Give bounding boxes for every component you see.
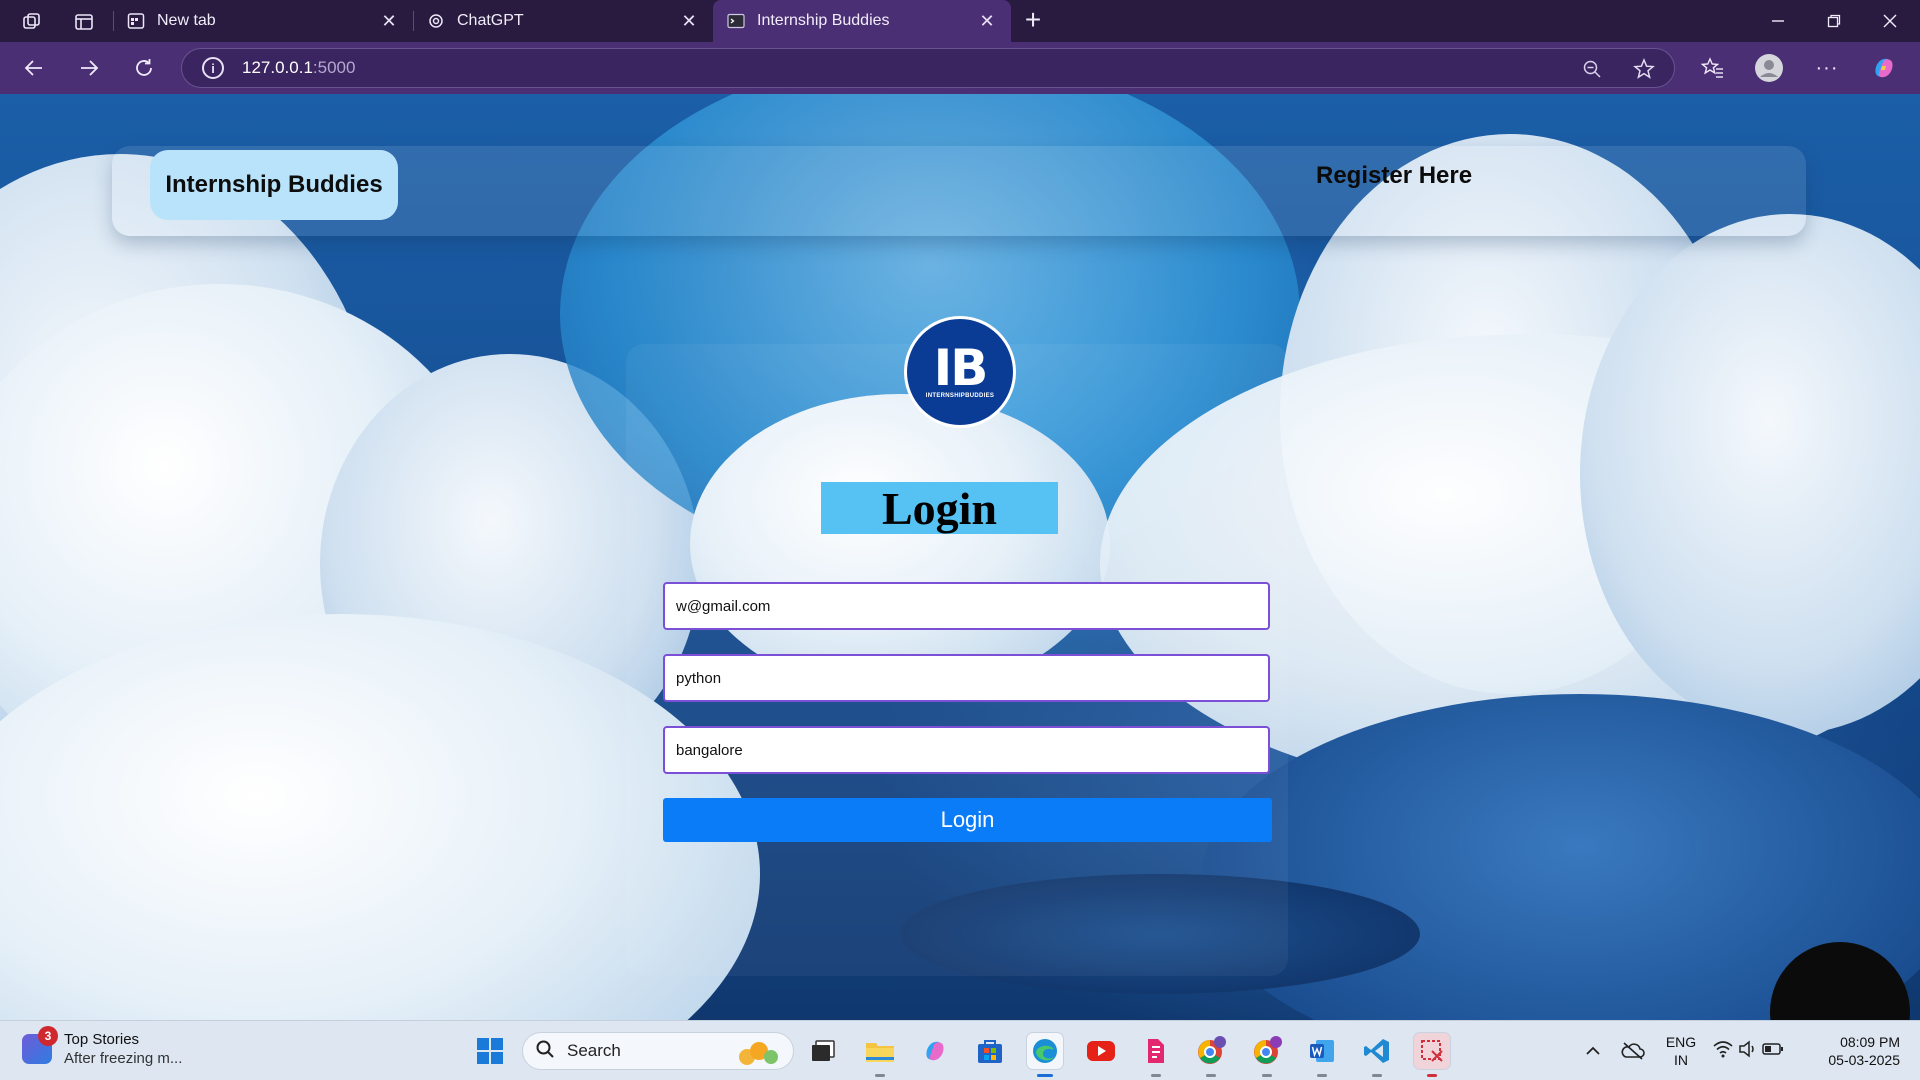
file-explorer-icon[interactable] <box>862 1033 898 1077</box>
running-indicator <box>1206 1074 1216 1077</box>
more-options-icon[interactable]: ··· <box>1811 52 1843 84</box>
brand-logo-text[interactable]: Internship Buddies <box>150 150 398 220</box>
clock[interactable]: 08:09 PM 05-03-2025 <box>1810 1033 1900 1069</box>
browser-toolbar: i 127.0.0.1:5000 ··· <box>0 42 1920 94</box>
windows-taskbar: 3 Top Stories After freezing m... Search <box>0 1020 1920 1080</box>
app-icon[interactable] <box>1138 1033 1174 1077</box>
close-icon[interactable]: ✕ <box>379 11 399 32</box>
logo-subtext: INTERNSHIPBUDDIES <box>925 393 995 399</box>
onedrive-offline-icon[interactable] <box>1615 1033 1651 1069</box>
running-indicator <box>1427 1074 1437 1077</box>
page-viewport: Internship Buddies Register Here IB INTE… <box>0 94 1920 1020</box>
search-icon <box>535 1039 555 1064</box>
address-port: :5000 <box>312 58 356 77</box>
region-code: IN <box>1674 1052 1688 1068</box>
news-subtitle: After freezing m... <box>64 1050 183 1067</box>
edge-browser-icon[interactable] <box>1027 1033 1063 1077</box>
chrome-profile-icon[interactable] <box>1249 1033 1285 1077</box>
address-host: 127.0.0.1 <box>242 58 313 77</box>
register-link[interactable]: Register Here <box>1316 162 1472 190</box>
workspaces-icon[interactable] <box>18 8 46 36</box>
chatgpt-icon <box>427 12 445 30</box>
ib-logo: IB INTERNSHIPBUDDIES <box>904 316 1016 428</box>
tab-title: Internship Buddies <box>757 12 890 29</box>
close-icon[interactable]: ✕ <box>679 11 699 32</box>
refresh-button[interactable] <box>128 52 160 84</box>
new-tab-button[interactable]: + <box>1018 6 1048 36</box>
copilot-icon[interactable] <box>1868 52 1900 84</box>
terminal-icon <box>727 12 745 30</box>
start-button[interactable] <box>472 1033 508 1069</box>
taskbar-search[interactable]: Search <box>522 1032 794 1070</box>
tab-title: New tab <box>157 12 216 29</box>
wifi-icon <box>1712 1040 1734 1063</box>
forward-button[interactable] <box>73 52 105 84</box>
running-indicator <box>1317 1074 1327 1077</box>
chevron-up-icon[interactable] <box>1575 1033 1611 1069</box>
tab-title: ChatGPT <box>457 12 524 29</box>
site-info-icon[interactable]: i <box>202 57 224 79</box>
zoom-out-icon[interactable] <box>1580 57 1604 81</box>
task-view-icon[interactable] <box>805 1033 841 1069</box>
search-label: Search <box>567 1041 621 1060</box>
newtab-icon <box>127 12 145 30</box>
login-heading: Login <box>821 482 1058 534</box>
chrome-profile-icon[interactable] <box>1193 1033 1229 1077</box>
tab-internship-buddies[interactable]: Internship Buddies ✕ <box>713 0 1011 42</box>
microsoft-store-icon[interactable] <box>972 1033 1008 1069</box>
skill-field[interactable] <box>663 654 1270 702</box>
email-field[interactable] <box>663 582 1270 630</box>
location-field[interactable] <box>663 726 1270 774</box>
notification-badge: 3 <box>38 1026 58 1046</box>
snipping-tool-icon[interactable] <box>1414 1033 1450 1077</box>
close-icon[interactable]: ✕ <box>977 11 997 32</box>
news-title: Top Stories <box>64 1031 140 1048</box>
site-navbar: Internship Buddies Register Here <box>112 146 1806 236</box>
restore-button[interactable] <box>1806 0 1862 42</box>
running-indicator <box>875 1074 885 1077</box>
vscode-icon[interactable] <box>1359 1033 1395 1077</box>
copilot-app-icon[interactable] <box>917 1033 953 1069</box>
login-button[interactable]: Login <box>663 798 1272 842</box>
browser-tab-bar: New tab ✕ ChatGPT ✕ Internship Buddies ✕… <box>0 0 1920 42</box>
running-indicator <box>1262 1074 1272 1077</box>
running-indicator <box>1372 1074 1382 1077</box>
tab-actions-icon[interactable] <box>70 8 98 36</box>
address-bar[interactable]: i 127.0.0.1:5000 <box>181 48 1675 88</box>
youtube-icon[interactable] <box>1083 1033 1119 1069</box>
profile-avatar-icon[interactable] <box>1753 52 1785 84</box>
clock-date: 05-03-2025 <box>1828 1052 1900 1068</box>
tab-chatgpt[interactable]: ChatGPT ✕ <box>413 0 713 42</box>
language-indicator[interactable]: ENG IN <box>1664 1033 1698 1069</box>
favorites-icon[interactable] <box>1697 52 1729 84</box>
volume-icon <box>1738 1039 1758 1063</box>
favorite-star-icon[interactable] <box>1632 57 1656 81</box>
minimize-button[interactable] <box>1750 0 1806 42</box>
close-window-button[interactable] <box>1862 0 1918 42</box>
running-indicator <box>1151 1074 1161 1077</box>
news-widget[interactable]: 3 Top Stories After freezing m... <box>22 1026 183 1067</box>
running-indicator <box>1037 1074 1053 1077</box>
back-button[interactable] <box>18 52 50 84</box>
clock-time: 08:09 PM <box>1840 1034 1900 1050</box>
system-tray-status[interactable] <box>1710 1033 1786 1069</box>
search-highlight-icon <box>733 1037 783 1072</box>
tab-new-tab[interactable]: New tab ✕ <box>113 0 413 42</box>
logo-initials: IB <box>933 339 989 397</box>
battery-icon <box>1762 1042 1784 1061</box>
language-code: ENG <box>1665 1034 1697 1050</box>
word-icon[interactable] <box>1304 1033 1340 1077</box>
news-widget-icon: 3 <box>22 1026 58 1064</box>
